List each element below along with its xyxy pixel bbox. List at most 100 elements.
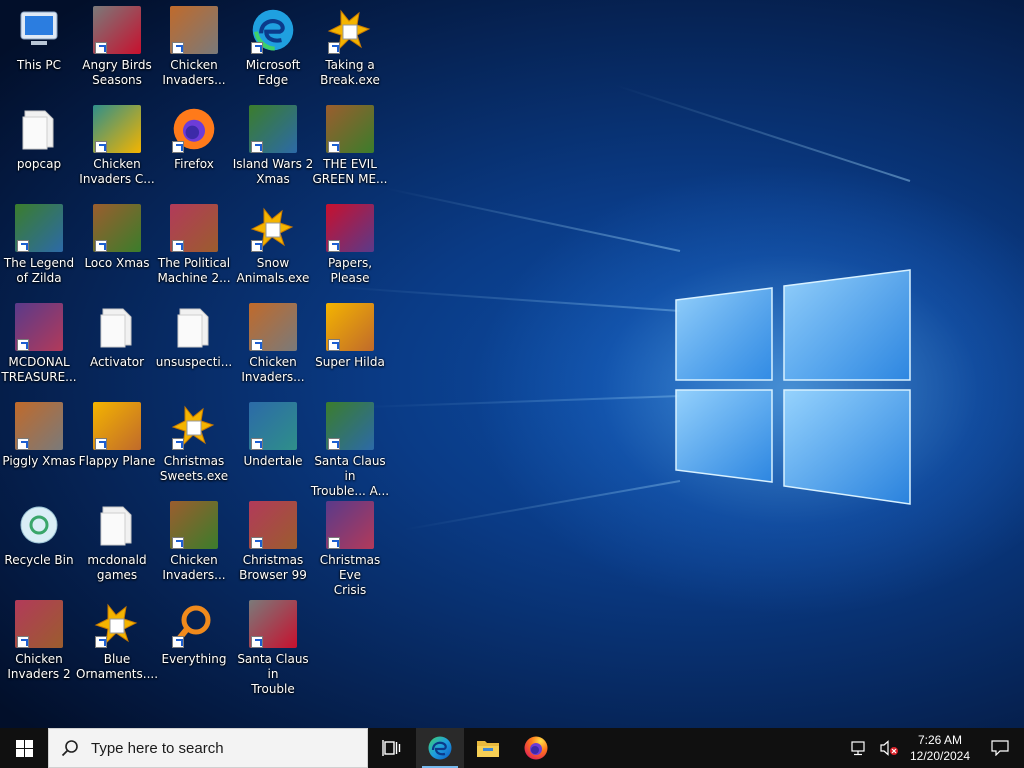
desktop-icon[interactable]: Undertale bbox=[234, 396, 312, 492]
desktop-icon[interactable]: Christmas Eve Crisis bbox=[311, 495, 389, 597]
desktop-icon[interactable]: Blue Ornaments.... bbox=[76, 594, 159, 690]
desktop-icon[interactable]: Firefox bbox=[155, 99, 233, 195]
shortcut-arrow-icon bbox=[172, 636, 184, 648]
desktop-icon[interactable]: Chicken Invaders 2 bbox=[0, 594, 78, 690]
shortcut-arrow-icon bbox=[172, 537, 184, 549]
desktop-icon[interactable]: Chicken Invaders... bbox=[234, 297, 312, 393]
recycle-bin-icon bbox=[15, 501, 63, 549]
taskbar-file-explorer-button[interactable] bbox=[464, 728, 512, 768]
network-button[interactable] bbox=[846, 728, 874, 768]
desktop-icon[interactable]: Papers, Please bbox=[311, 198, 389, 294]
game-icon bbox=[15, 303, 63, 351]
folder-icon bbox=[93, 501, 141, 549]
desktop-icon-label: Blue Ornaments.... bbox=[76, 652, 159, 681]
game-icon bbox=[249, 303, 297, 351]
taskbar-firefox-button[interactable] bbox=[512, 728, 560, 768]
desktop-icon[interactable]: Recycle Bin bbox=[0, 495, 78, 591]
desktop-icon[interactable]: Piggly Xmas bbox=[0, 396, 78, 492]
shortcut-arrow-icon bbox=[251, 42, 263, 54]
desktop-icon-label: Chicken Invaders... bbox=[162, 58, 226, 87]
executable-icon bbox=[249, 204, 297, 252]
desktop-icon-label: Loco Xmas bbox=[84, 256, 150, 270]
game-icon bbox=[93, 6, 141, 54]
game-icon bbox=[93, 402, 141, 450]
desktop-icon[interactable]: The Political Machine 2... bbox=[155, 198, 233, 294]
desktop-icon[interactable]: Island Wars 2 Xmas bbox=[233, 99, 313, 195]
game-icon bbox=[170, 6, 218, 54]
game-icon bbox=[326, 303, 374, 351]
shortcut-arrow-icon bbox=[172, 438, 184, 450]
desktop-icon-label: The Legend of Zilda bbox=[3, 256, 75, 285]
desktop-icon[interactable]: Loco Xmas bbox=[78, 198, 156, 294]
desktop-icon[interactable]: This PC bbox=[0, 0, 78, 96]
task-view-icon bbox=[382, 740, 401, 756]
desktop-icon[interactable]: Angry Birds Seasons bbox=[78, 0, 156, 96]
desktop[interactable]: This PC popcap The Legend of Zilda MCDONAL … bbox=[0, 0, 1024, 728]
action-center-button[interactable] bbox=[976, 728, 1024, 768]
desktop-icon-label: Santa Claus in Trouble... A... bbox=[310, 454, 390, 498]
desktop-icon[interactable]: Taking a Break.exe bbox=[311, 0, 389, 96]
search-icon bbox=[61, 740, 78, 757]
shortcut-arrow-icon bbox=[17, 636, 29, 648]
folder-icon bbox=[170, 303, 218, 351]
desktop-icon[interactable]: Microsoft Edge bbox=[234, 0, 312, 96]
game-icon bbox=[326, 105, 374, 153]
task-view-button[interactable] bbox=[368, 728, 416, 768]
shortcut-arrow-icon bbox=[251, 141, 263, 153]
desktop-icon[interactable]: Everything bbox=[155, 594, 233, 690]
desktop-icon-label: Christmas Eve Crisis bbox=[319, 553, 381, 597]
desktop-icon[interactable]: Santa Claus in Trouble... A... bbox=[311, 396, 389, 498]
taskbar-edge-button[interactable] bbox=[416, 728, 464, 768]
game-icon bbox=[93, 105, 141, 153]
shortcut-arrow-icon bbox=[172, 42, 184, 54]
desktop-icon[interactable]: Flappy Plane bbox=[78, 396, 156, 492]
windows-logo-wallpaper bbox=[675, 269, 911, 505]
desktop-icon-label: The Political Machine 2... bbox=[157, 256, 231, 285]
desktop-icon[interactable]: Chicken Invaders... bbox=[155, 495, 233, 591]
desktop-icon-label: Christmas Sweets.exe bbox=[159, 454, 229, 483]
desktop-icon[interactable]: Christmas Browser 99 bbox=[234, 495, 312, 591]
desktop-icon[interactable]: Chicken Invaders... bbox=[155, 0, 233, 96]
shortcut-arrow-icon bbox=[95, 636, 107, 648]
shortcut-arrow-icon bbox=[251, 240, 263, 252]
start-button[interactable] bbox=[0, 728, 48, 768]
clock-date: 12/20/2024 bbox=[909, 749, 971, 763]
desktop-icon-label: unsuspecti... bbox=[155, 355, 233, 369]
desktop-icon[interactable]: Super Hilda bbox=[311, 297, 389, 393]
desktop-icon[interactable]: MCDONAL TREASURE... bbox=[0, 297, 78, 393]
shortcut-arrow-icon bbox=[251, 339, 263, 351]
desktop-icon-label: MCDONAL TREASURE... bbox=[1, 355, 77, 384]
desktop-icon[interactable]: Santa Claus in Trouble bbox=[234, 594, 312, 696]
edge-icon bbox=[249, 6, 297, 54]
firefox-icon bbox=[524, 736, 548, 760]
volume-muted-icon bbox=[880, 740, 898, 756]
desktop-icon[interactable]: Snow Animals.exe bbox=[234, 198, 312, 294]
desktop-icon-label: Microsoft Edge bbox=[245, 58, 301, 87]
network-icon bbox=[851, 741, 865, 756]
desktop-icon-label: Papers, Please bbox=[327, 256, 373, 285]
desktop-icon[interactable]: Activator bbox=[78, 297, 156, 393]
shortcut-arrow-icon bbox=[328, 42, 340, 54]
system-tray: 7:26 AM 12/20/2024 bbox=[846, 728, 1024, 768]
desktop-icon[interactable]: popcap bbox=[0, 99, 78, 195]
shortcut-arrow-icon bbox=[328, 141, 340, 153]
desktop-icon[interactable]: Chicken Invaders C... bbox=[78, 99, 156, 195]
search-placeholder: Type here to search bbox=[91, 739, 224, 757]
shortcut-arrow-icon bbox=[328, 537, 340, 549]
desktop-icon-label: Everything bbox=[161, 652, 227, 666]
shortcut-arrow-icon bbox=[172, 141, 184, 153]
desktop-icon-label: This PC bbox=[17, 58, 61, 72]
taskbar-search-box[interactable]: Type here to search bbox=[48, 728, 368, 768]
file-explorer-icon bbox=[477, 741, 499, 757]
desktop-icon[interactable]: mcdonald games bbox=[78, 495, 156, 591]
volume-button[interactable] bbox=[874, 728, 904, 768]
desktop-icon[interactable]: The Legend of Zilda bbox=[0, 198, 78, 294]
desktop-icon-label: Chicken Invaders... bbox=[162, 553, 226, 582]
folder-icon bbox=[93, 303, 141, 351]
game-icon bbox=[15, 402, 63, 450]
desktop-icon[interactable]: unsuspecti... bbox=[155, 297, 233, 393]
desktop-icon[interactable]: THE EVIL GREEN ME... bbox=[311, 99, 389, 195]
desktop-icon[interactable]: Christmas Sweets.exe bbox=[155, 396, 233, 492]
desktop-icon-label: Snow Animals.exe bbox=[236, 256, 310, 285]
taskbar-clock[interactable]: 7:26 AM 12/20/2024 bbox=[904, 732, 976, 764]
